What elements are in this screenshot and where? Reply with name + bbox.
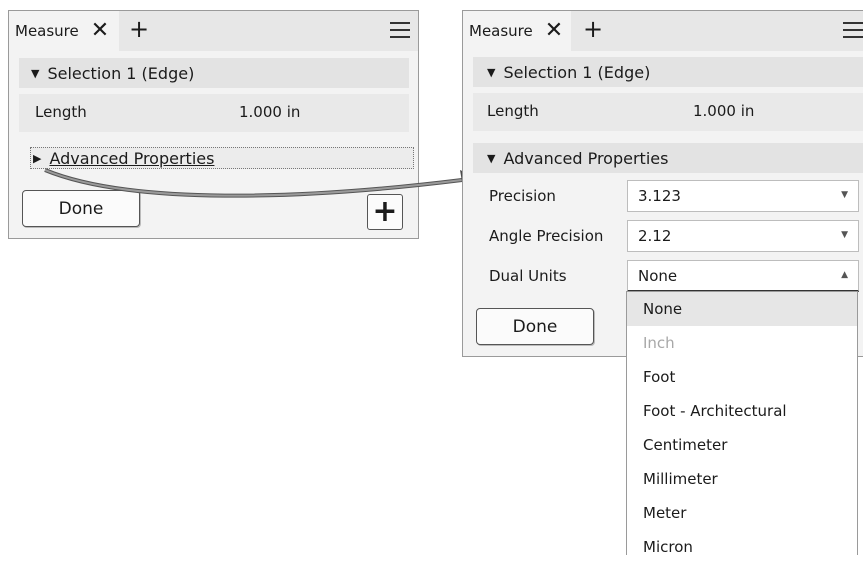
add-tab-icon[interactable]: + xyxy=(583,17,603,41)
add-tab-icon[interactable]: + xyxy=(129,17,149,41)
chevron-down-icon: ▼ xyxy=(841,190,848,200)
dropdown-option[interactable]: Centimeter xyxy=(627,428,857,462)
tab-measure[interactable]: Measure ✕ xyxy=(463,11,571,51)
angle-precision-select[interactable]: 2.12 ▼ xyxy=(627,220,859,252)
tab-measure[interactable]: Measure ✕ xyxy=(9,11,119,51)
advanced-properties-label: Advanced Properties xyxy=(49,148,215,168)
chevron-down-icon: ▼ xyxy=(841,230,848,240)
dropdown-option[interactable]: Foot - Architectural xyxy=(627,394,857,428)
done-button[interactable]: Done xyxy=(22,190,140,227)
tab-label: Measure xyxy=(469,22,533,40)
dual-units-value: None xyxy=(638,267,678,285)
length-row: Length 1.000 in xyxy=(19,94,409,132)
hamburger-menu-icon[interactable] xyxy=(390,22,410,43)
length-value: 1.000 in xyxy=(239,103,301,121)
selection-header-label: Selection 1 (Edge) xyxy=(47,63,195,83)
collapsed-triangle-icon: ▶ xyxy=(33,151,42,165)
dropdown-option[interactable]: Millimeter xyxy=(627,462,857,496)
precision-select[interactable]: 3.123 ▼ xyxy=(627,180,859,212)
tab-bar: Measure ✕ + xyxy=(463,11,863,51)
dual-units-label: Dual Units xyxy=(489,267,567,285)
dual-units-select[interactable]: None ▲ xyxy=(627,260,859,292)
length-label: Length xyxy=(487,102,539,120)
angle-precision-label: Angle Precision xyxy=(489,227,604,245)
done-button[interactable]: Done xyxy=(476,308,594,345)
length-label: Length xyxy=(35,103,87,121)
selection-header[interactable]: ▼ Selection 1 (Edge) xyxy=(19,58,409,88)
chevron-up-icon: ▲ xyxy=(841,270,848,280)
dropdown-option: Inch xyxy=(643,334,675,352)
precision-value: 3.123 xyxy=(638,187,681,205)
dropdown-option[interactable]: None xyxy=(627,292,857,326)
tab-label: Measure xyxy=(15,22,79,40)
advanced-properties-header[interactable]: ▼ Advanced Properties xyxy=(473,143,863,173)
advanced-properties-label: Advanced Properties xyxy=(503,148,669,168)
expanded-triangle-icon: ▼ xyxy=(487,151,496,165)
precision-label: Precision xyxy=(489,187,556,205)
angle-precision-value: 2.12 xyxy=(638,227,672,245)
hamburger-menu-icon[interactable] xyxy=(843,22,863,43)
expanded-triangle-icon: ▼ xyxy=(487,65,496,79)
advanced-properties-header[interactable]: ▶ Advanced Properties xyxy=(30,147,414,169)
expanded-triangle-icon: ▼ xyxy=(31,66,40,80)
selection-header-label: Selection 1 (Edge) xyxy=(503,62,651,82)
dropdown-option[interactable]: Foot xyxy=(627,360,857,394)
add-button[interactable]: + xyxy=(367,194,403,230)
dual-units-dropdown: None Inch Foot Foot - Architectural Cent… xyxy=(626,291,858,556)
measure-panel-collapsed: Measure ✕ + ▼ Selection 1 (Edge) Length … xyxy=(8,10,419,239)
close-icon[interactable]: ✕ xyxy=(545,20,563,42)
close-icon[interactable]: ✕ xyxy=(91,20,109,42)
selection-header[interactable]: ▼ Selection 1 (Edge) xyxy=(473,57,863,87)
dropdown-option[interactable]: Meter xyxy=(627,496,857,530)
length-row: Length 1.000 in xyxy=(473,93,863,131)
dropdown-option[interactable]: Micron xyxy=(627,530,857,564)
length-value: 1.000 in xyxy=(693,102,755,120)
tab-bar: Measure ✕ + xyxy=(9,11,418,51)
